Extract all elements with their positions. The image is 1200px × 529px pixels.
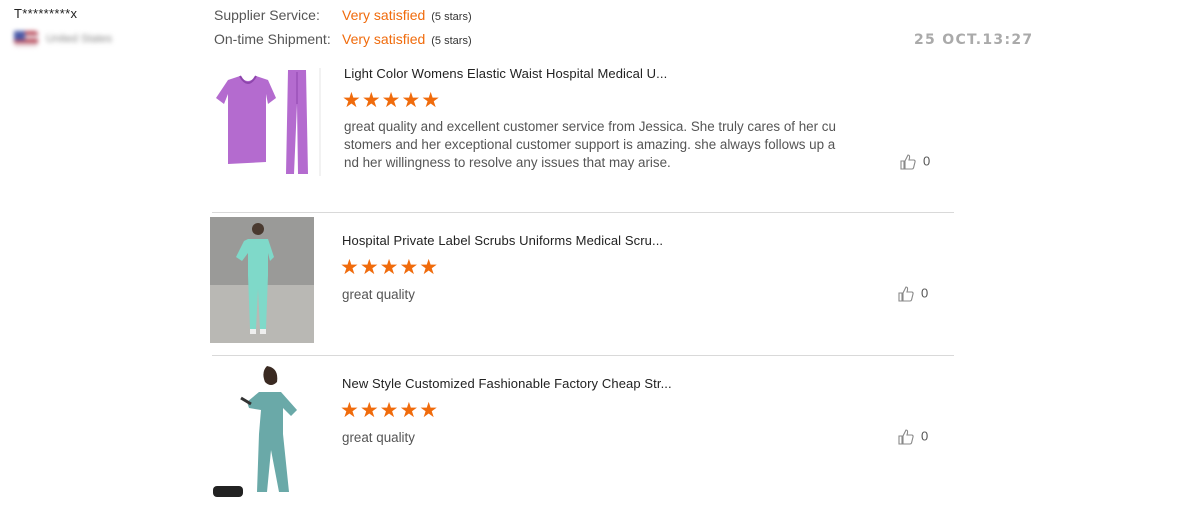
rating-label: On-time Shipment:	[214, 31, 331, 47]
product-image[interactable]	[205, 364, 315, 497]
product-image[interactable]	[210, 64, 322, 176]
review-stars: ★★★★★	[340, 256, 440, 279]
like-count: 0	[923, 153, 931, 169]
review-item: Hospital Private Label Scrubs Uniforms M…	[205, 214, 955, 354]
review-text: great quality	[342, 287, 415, 302]
review-divider	[212, 212, 954, 213]
product-title[interactable]: Light Color Womens Elastic Waist Hospita…	[344, 66, 667, 81]
reviewer-country: United States	[46, 33, 113, 45]
rating-stars-count: (5 stars)	[431, 11, 472, 23]
rating-value: Very satisfied	[342, 31, 426, 47]
rating-label: Supplier Service:	[214, 7, 320, 23]
country-flag-icon	[14, 31, 38, 47]
like-count: 0	[921, 285, 929, 301]
review-stars: ★★★★★	[340, 399, 440, 422]
thumbs-up-icon	[900, 154, 916, 170]
product-title[interactable]: New Style Customized Fashionable Factory…	[342, 376, 672, 391]
thumbs-up-icon	[898, 286, 914, 302]
like-count: 0	[921, 428, 929, 444]
thumbs-up-icon	[898, 429, 914, 445]
rating-value: Very satisfied	[342, 7, 426, 23]
like-button[interactable]: 0	[897, 285, 928, 303]
like-button[interactable]: 0	[897, 428, 928, 446]
review-item: New Style Customized Fashionable Factory…	[205, 357, 955, 497]
reviewer-name: T*********x	[14, 6, 78, 21]
review-text: great quality and excellent customer ser…	[344, 119, 836, 170]
rating-stars-count: (5 stars)	[431, 35, 472, 47]
review-timestamp: 25 OCT.13:27	[914, 32, 1034, 48]
review-divider	[212, 355, 954, 356]
scrubs-model-mint-icon	[210, 217, 314, 343]
review-stars: ★★★★★	[342, 89, 442, 112]
like-button[interactable]: 0	[899, 153, 930, 171]
review-text: great quality	[342, 430, 415, 445]
scrubs-set-purple-icon	[210, 64, 322, 176]
scrubs-model-teal-icon	[205, 364, 315, 497]
on-time-shipment-rating: On-time Shipment: Very satisfied (5 stars)	[214, 31, 472, 47]
supplier-service-rating: Supplier Service: Very satisfied (5 stars)	[214, 7, 472, 23]
product-title[interactable]: Hospital Private Label Scrubs Uniforms M…	[342, 233, 663, 248]
review-item: Light Color Womens Elastic Waist Hospita…	[205, 60, 955, 210]
product-image[interactable]	[210, 217, 314, 343]
